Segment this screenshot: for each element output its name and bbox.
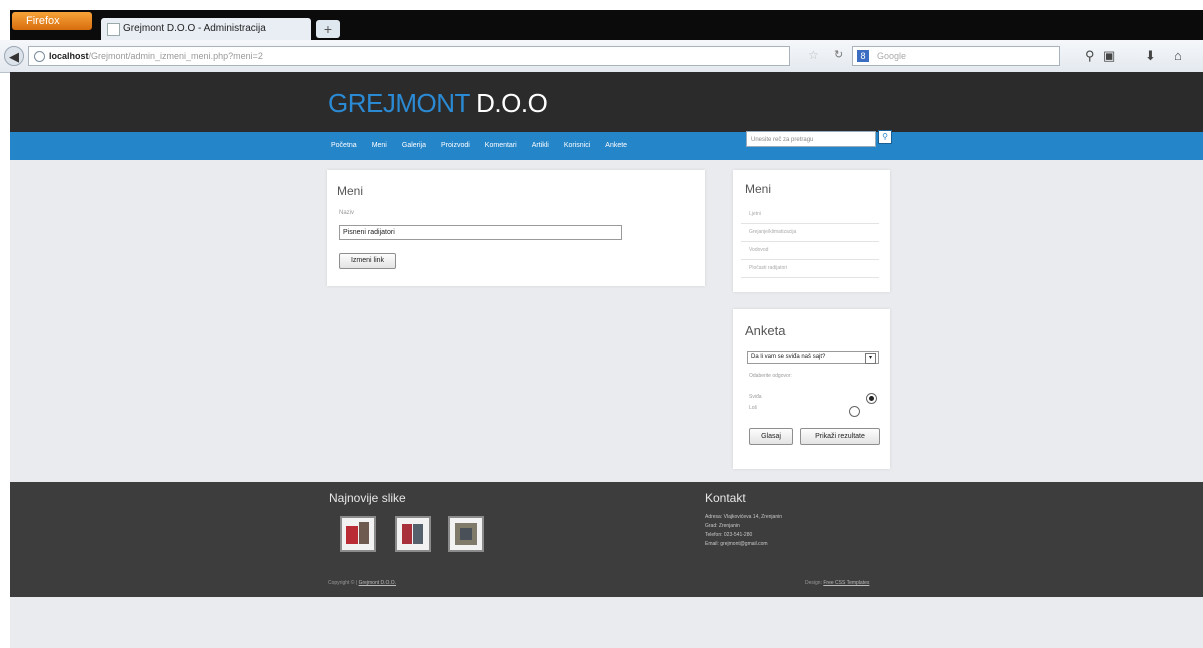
design-link[interactable]: Free CSS Templates [823,580,869,586]
main-navigation: Početna Meni Galerija Proizvodi Komentari Art… [10,132,1203,160]
logo-part-2: D.O.O [476,88,548,118]
contact-lines: Adresa: Vlajkovićeva 14, Zrenjanin Grad: … [705,513,782,549]
url-host: localhost [49,51,89,61]
nav-item[interactable]: Komentari [485,132,517,160]
contact-line: Grad: Zrenjanin [705,523,740,529]
side-menu-link[interactable]: Ljetni [741,206,879,224]
back-button[interactable]: ◀ [4,46,24,66]
contact-line: Telefon: 023-541-280 [705,532,753,538]
contact-title: Kontakt [705,491,746,505]
browser-tabstrip: Firefox Grejmont D.O.O - Administracija … [0,0,1203,40]
site-logo[interactable]: GREJMONT D.O.O [328,88,548,119]
gallery-title: Najnovije slike [329,491,406,505]
url-bar[interactable]: localhost/Grejmont/admin_izmeni_meni.php… [28,46,790,66]
tab-favicon-icon [107,23,120,36]
browser-search-bar[interactable]: 8 Google [852,46,1060,66]
side-menu-card: Meni Ljetni Grejanje/klimatizacija Vodovod… [733,170,890,292]
design-prefix: Design: [805,580,822,586]
poll-question-value: Da li vam se sviđa naš sajt? [751,354,826,360]
reload-icon[interactable]: ↻ [834,48,843,61]
gallery-thumbnail[interactable] [340,516,376,552]
nav-item[interactable]: Artikli [532,132,549,160]
downloads-icon[interactable]: ⬇ [1145,48,1156,64]
site-identity-icon [34,51,45,62]
browser-search-placeholder: Google [877,51,907,61]
search-engine-icon: 8 [857,50,869,62]
copyright: Copyright © | Grejmont D.O.O. [328,580,396,586]
home-icon[interactable]: ⌂ [1174,48,1182,63]
site-header: GREJMONT D.O.O [10,72,1203,132]
main-title: Meni [337,184,364,198]
izmeni-link-button[interactable]: Izmeni link [339,253,396,269]
poll-card: Anketa Da li vam se sviđa naš sajt? ▾ Od… [733,309,890,469]
magnifier-icon[interactable]: ⚲ [1085,48,1095,64]
copyright-link[interactable]: Grejmont D.O.O. [359,580,397,586]
side-menu-link[interactable]: Pločasti radijatori [741,260,879,278]
gallery-thumbnail[interactable] [448,516,484,552]
poll-question-select[interactable]: Da li vam se sviđa naš sajt? ▾ [747,351,879,364]
page-content: GREJMONT D.O.O Početna Meni Galerija Proizv… [10,72,1203,648]
firefox-menu-button[interactable]: Firefox [12,12,92,30]
poll-option-1-radio[interactable] [866,393,877,404]
nav-item[interactable]: Proizvodi [441,132,470,160]
nav-item[interactable]: Galerija [402,132,426,160]
side-menu-links: Ljetni Grejanje/klimatizacija Vodovod Ploča… [741,206,879,278]
browser-navbar: ◀ localhost/Grejmont/admin_izmeni_meni.p… [0,40,1203,73]
poll-option-1-label: Sviđa [749,394,762,400]
logo-part-1: GREJMONT [328,88,470,118]
nav-item[interactable]: Početna [331,132,357,160]
bookmarks-menu-icon[interactable]: ▣ [1103,48,1115,64]
tab-title: Grejmont D.O.O - Administracija [123,23,266,34]
nav-item[interactable]: Meni [372,132,387,160]
url-path: /Grejmont/admin_izmeni_meni.php?meni=2 [88,51,263,61]
new-tab-button[interactable]: + [316,20,340,38]
naziv-label: Naziv [339,210,355,216]
contact-line: Email: grejmont@gmail.com [705,541,768,547]
design-credit: Design: Free CSS Templates [805,580,869,586]
side-menu-link[interactable]: Grejanje/klimatizacija [741,224,879,242]
side-menu-title: Meni [745,182,772,196]
gallery-thumbnail[interactable] [395,516,431,552]
site-search-input[interactable]: Unesite reč za pretragu [746,131,876,147]
main-content-card: Meni Naziv Pisneni radijatori Izmeni lin… [327,170,705,286]
site-footer: Najnovije slike Kontakt Adresa: Vlajkovi… [10,482,1203,597]
copyright-prefix: Copyright © | [328,580,358,586]
poll-option-2-radio[interactable] [849,406,860,417]
site-search-button[interactable]: ⚲ [878,130,892,144]
vote-button[interactable]: Glasaj [749,428,793,445]
side-menu-link[interactable]: Vodovod [741,242,879,260]
poll-title: Anketa [745,323,786,338]
chevron-down-icon: ▾ [865,353,876,364]
poll-option-2-label: Loš [749,405,758,411]
show-results-button[interactable]: Prikaži rezultate [800,428,880,445]
nav-item[interactable]: Korisnici [564,132,590,160]
nav-item[interactable]: Ankete [605,132,627,160]
bookmark-star-icon[interactable]: ☆ [808,48,819,62]
naziv-input[interactable]: Pisneni radijatori [339,225,622,240]
poll-prompt: Odaberite odgovor: [749,373,792,379]
contact-line: Adresa: Vlajkovićeva 14, Zrenjanin [705,514,782,520]
browser-tab[interactable]: Grejmont D.O.O - Administracija [101,18,311,40]
